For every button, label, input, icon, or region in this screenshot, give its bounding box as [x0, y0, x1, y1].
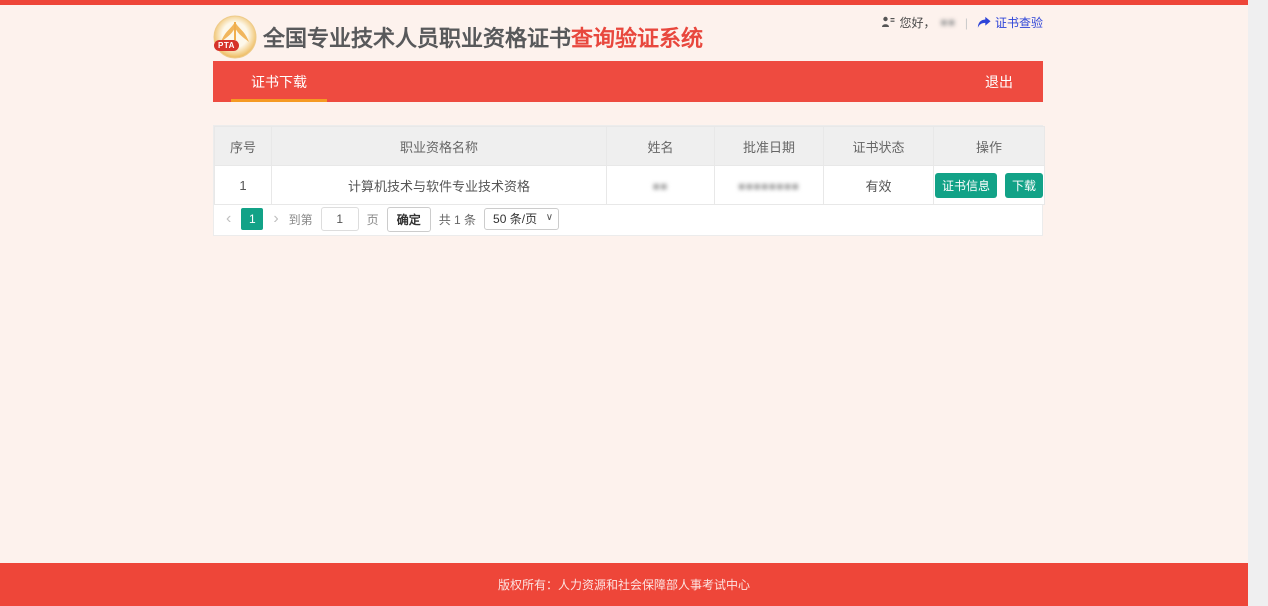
name-redacted: ■■	[653, 181, 668, 193]
user-bar: 您好， ■■ | 证书查验	[881, 14, 1043, 31]
divider: |	[965, 16, 968, 30]
current-page-button[interactable]: 1	[241, 208, 263, 230]
certificate-verify-link[interactable]: 证书查验	[977, 14, 1043, 31]
tab-certificate-download[interactable]: 证书下载	[231, 61, 327, 102]
col-header-approval-date: 批准日期	[715, 127, 824, 166]
certificate-table: 序号 职业资格名称 姓名 批准日期 证书状态 操作 1 计算机技术与软件专业技术…	[214, 126, 1045, 205]
page-size-select[interactable]: 50 条/页	[484, 208, 559, 230]
greeting-text: 您好，	[900, 14, 936, 31]
page-footer: 版权所有：人力资源和社会保障部人事考试中心	[0, 563, 1248, 606]
total-count-label: 共 1 条	[439, 211, 476, 228]
page-title: 全国专业技术人员职业资格证书查询验证系统	[263, 21, 703, 53]
goto-page-input[interactable]	[321, 207, 359, 231]
table-row: 1 计算机技术与软件专业技术资格 ■■ ■■■■■■■■ 有效 证书信息 下载	[215, 166, 1045, 205]
main-nav: 证书下载 退出	[213, 61, 1043, 102]
verify-link-label: 证书查验	[995, 14, 1043, 31]
goto-prefix-label: 到第	[289, 211, 313, 228]
cell-qualification: 计算机技术与软件专业技术资格	[272, 166, 607, 205]
pagination-bar: ‹ 1 › 到第 页 确定 共 1 条 50 条/页 ∨	[214, 205, 1042, 235]
page-header: PTA 全国专业技术人员职业资格证书查询验证系统 您好， ■■ | 证书查验	[213, 8, 1043, 60]
scrollbar-track[interactable]	[1248, 0, 1268, 606]
pta-logo-icon: PTA	[213, 15, 257, 59]
next-page-icon[interactable]: ›	[271, 211, 280, 227]
col-header-name: 姓名	[607, 127, 715, 166]
title-main: 全国专业技术人员职业资格证书	[263, 26, 571, 51]
copyright-text: 版权所有：人力资源和社会保障部人事考试中心	[498, 576, 750, 593]
certificate-info-button[interactable]: 证书信息	[935, 173, 997, 198]
cell-index: 1	[215, 166, 272, 205]
table-header-row: 序号 职业资格名称 姓名 批准日期 证书状态 操作	[215, 127, 1045, 166]
date-redacted: ■■■■■■■■	[738, 181, 799, 193]
confirm-button[interactable]: 确定	[387, 207, 431, 232]
prev-page-icon[interactable]: ‹	[224, 211, 233, 227]
tab-label: 证书下载	[251, 72, 307, 92]
goto-suffix-label: 页	[367, 211, 379, 228]
brand: PTA 全国专业技术人员职业资格证书查询验证系统	[213, 15, 703, 59]
share-arrow-icon	[977, 16, 991, 29]
user-name-redacted: ■■	[941, 17, 956, 29]
cell-approval-date: ■■■■■■■■	[715, 166, 824, 205]
cell-actions: 证书信息 下载	[934, 166, 1045, 205]
certificate-table-card: 序号 职业资格名称 姓名 批准日期 证书状态 操作 1 计算机技术与软件专业技术…	[213, 125, 1043, 236]
col-header-status: 证书状态	[824, 127, 934, 166]
col-header-actions: 操作	[934, 127, 1045, 166]
top-red-strip	[0, 0, 1248, 5]
col-header-qualification: 职业资格名称	[272, 127, 607, 166]
user-icon	[881, 16, 895, 29]
logout-button[interactable]: 退出	[985, 72, 1013, 92]
col-header-index: 序号	[215, 127, 272, 166]
title-accent: 查询验证系统	[571, 26, 703, 51]
row-actions: 证书信息 下载	[935, 173, 1043, 198]
cell-name: ■■	[607, 166, 715, 205]
page-size-select-wrap: 50 条/页 ∨	[484, 208, 559, 230]
logo-pta-label: PTA	[214, 40, 239, 51]
download-button[interactable]: 下载	[1005, 173, 1043, 198]
cell-status: 有效	[824, 166, 934, 205]
